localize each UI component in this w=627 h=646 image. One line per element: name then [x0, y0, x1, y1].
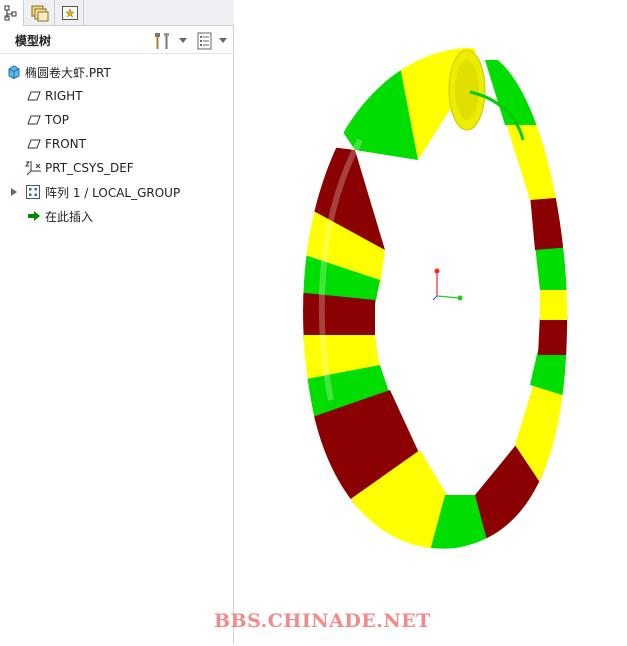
model-3d-render — [303, 47, 568, 549]
tab-folder-browser[interactable] — [25, 0, 55, 26]
tree-item-front[interactable]: FRONT — [0, 133, 233, 155]
tree-item-label: TOP — [45, 113, 70, 127]
folder-browser-icon — [31, 5, 48, 22]
pattern-icon — [25, 184, 41, 200]
watermark-text: BBS.CHINADE.NET — [214, 610, 431, 632]
panel-title: 模型树 — [15, 33, 52, 48]
model-tree-panel: 模型树 椭圆卷大虾.PRT RIGHT TOP FRONT PRT_CSYS_D… — [0, 0, 234, 643]
model-tree-header: 模型树 — [0, 27, 233, 54]
tree-item-pattern[interactable]: 阵列 1 / LOCAL_GROUP — [0, 181, 233, 203]
tree-item-label: FRONT — [45, 137, 86, 151]
expand-arrow-icon[interactable] — [9, 184, 19, 200]
tab-favorites[interactable] — [56, 0, 84, 26]
tree-item-insert-here[interactable]: 在此插入 — [0, 205, 233, 227]
tools-icon — [155, 32, 169, 49]
model-tree-tab-icon — [4, 5, 16, 21]
navigator-tab-strip — [0, 0, 234, 26]
favorites-icon — [61, 6, 78, 20]
datum-plane-icon — [26, 136, 42, 152]
tree-item-label: RIGHT — [45, 89, 83, 103]
datum-plane-icon — [26, 88, 42, 104]
datum-plane-icon — [26, 112, 42, 128]
coordinate-system-icon — [25, 160, 41, 176]
show-list-icon — [197, 32, 212, 49]
tree-item-csys[interactable]: PRT_CSYS_DEF — [0, 157, 233, 179]
tree-item-part[interactable]: 椭圆卷大虾.PRT — [0, 61, 233, 83]
graphics-viewport[interactable] — [235, 0, 627, 643]
settings-button[interactable] — [152, 30, 188, 51]
chevron-down-icon — [179, 38, 187, 43]
chevron-down-icon — [219, 38, 227, 43]
show-button[interactable] — [196, 30, 232, 51]
tree-item-top[interactable]: TOP — [0, 109, 233, 131]
tree-item-label: 在此插入 — [45, 209, 94, 224]
tab-model-tree[interactable] — [0, 0, 24, 26]
tree-item-right[interactable]: RIGHT — [0, 85, 233, 107]
part-name: 椭圆卷大虾.PRT — [25, 65, 111, 80]
tree-item-label: PRT_CSYS_DEF — [45, 161, 134, 175]
tree-item-label: 阵列 1 / LOCAL_GROUP — [45, 185, 181, 200]
csys-triad — [432, 268, 463, 301]
part-icon — [6, 64, 22, 80]
insert-here-arrow-icon — [26, 208, 42, 224]
